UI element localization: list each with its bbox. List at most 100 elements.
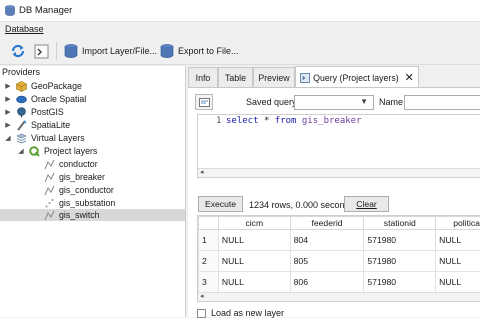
table-row[interactable]: 1 NULL 804 571980 NULL [199,230,480,251]
database-icon [5,5,15,16]
tab-query[interactable]: Query (Project layers) ✕ [295,66,419,88]
execute-button[interactable]: Execute [198,196,243,212]
row-number[interactable]: 3 [199,272,219,293]
providers-header: Providers [2,67,40,77]
results-grid[interactable]: cicm feederid stationid politica 1 NULL … [197,215,480,302]
export-label: Export to File... [178,46,239,56]
line-layer-icon [44,185,55,196]
row-number[interactable]: 2 [199,251,219,272]
tab-table[interactable]: Table [218,67,253,87]
menu-bar: Database [0,22,480,37]
tree-item-project-layers[interactable]: ◢ Project layers [17,145,97,157]
tree-item-postgis[interactable]: ▶ PostGIS [4,106,64,118]
saved-query-label: Saved query [246,97,297,107]
line-layer-icon [44,159,55,170]
grid-horizontal-scrollbar[interactable]: ◂ [198,292,480,301]
point-layer-icon [44,198,55,209]
close-tab-icon[interactable]: ✕ [405,71,414,84]
tree-item-layer-gis-substation[interactable]: gis_substation [44,197,115,209]
tree-item-layer-gis-breaker[interactable]: gis_breaker [44,171,105,183]
geopackage-icon [16,81,27,92]
line-layer-icon [44,210,55,221]
tree-item-oracle-spatial[interactable]: ▶ Oracle Spatial [4,93,86,105]
tree-label: gis_breaker [59,172,105,182]
sql-window-button[interactable] [34,41,49,61]
expand-arrow-icon[interactable]: ▶ [4,95,12,103]
tree-label: Project layers [44,146,97,156]
table-row[interactable]: 2 NULL 805 571980 NULL [199,251,480,272]
table-cell[interactable]: NULL [436,230,480,251]
expand-arrow-icon[interactable]: ▶ [4,108,12,116]
header-row: cicm feederid stationid politica [199,217,480,230]
tree-label: conductor [59,159,98,169]
editor-horizontal-scrollbar[interactable]: ◂ [198,168,480,177]
tree-label: Virtual Layers [31,133,85,143]
spatialite-icon [16,120,27,131]
tab-info[interactable]: Info [188,67,218,87]
import-layer-button[interactable]: Import Layer/File... [63,41,157,61]
query-status: 1234 rows, 0.000 seconds [249,200,354,210]
tab-label: Table [225,73,246,83]
qgis-project-icon [29,146,40,157]
table-cell[interactable]: NULL [436,272,480,293]
sql-editor[interactable]: 1 select * from gis_breaker ◂ [197,114,480,178]
toolbar: Import Layer/File... Export to File... [0,37,480,65]
export-file-button[interactable]: Export to File... [159,41,239,61]
table-row[interactable]: 3 NULL 806 571980 NULL [199,272,480,293]
scroll-left-icon[interactable]: ◂ [200,292,204,300]
column-header[interactable]: politica [436,217,480,230]
column-header[interactable]: cicm [218,217,290,230]
expand-arrow-icon[interactable]: ▶ [4,82,12,90]
collapse-arrow-icon[interactable]: ◢ [17,147,25,155]
refresh-button[interactable] [10,41,26,61]
expand-arrow-icon[interactable]: ▶ [4,121,12,129]
load-as-new-layer-checkbox[interactable] [197,309,206,318]
sql-star: * [264,116,269,126]
virtual-layers-icon [16,133,27,144]
tab-label: Query (Project layers) [313,73,399,83]
export-icon [159,43,175,59]
tree-item-layer-gis-conductor[interactable]: gis_conductor [44,184,114,196]
tree-label: gis_substation [59,198,115,208]
import-label: Import Layer/File... [82,46,157,56]
table-cell[interactable]: NULL [436,251,480,272]
table-cell[interactable]: NULL [218,251,290,272]
column-header[interactable]: feederid [290,217,364,230]
tree-item-layer-conductor[interactable]: conductor [44,158,98,170]
tree-item-spatialite[interactable]: ▶ SpatiaLite [4,119,70,131]
table-cell[interactable]: 571980 [364,230,436,251]
menu-database[interactable]: Database [5,24,44,34]
line-layer-icon [44,172,55,183]
table-cell[interactable]: 571980 [364,251,436,272]
sql-line: select * from gis_breaker [226,116,362,126]
scroll-left-icon[interactable]: ◂ [200,168,204,176]
table-cell[interactable]: 806 [290,272,364,293]
table-cell[interactable]: NULL [218,272,290,293]
tree-label: GeoPackage [31,81,82,91]
table-cell[interactable]: NULL [218,230,290,251]
window-title: DB Manager [19,5,72,16]
corner-header [199,217,219,230]
collapse-arrow-icon[interactable]: ◢ [4,134,12,142]
tree-item-virtual-layers[interactable]: ◢ Virtual Layers [4,132,85,144]
tree-item-geopackage[interactable]: ▶ GeoPackage [4,80,82,92]
name-label: Name [379,97,403,107]
column-header[interactable]: stationid [364,217,436,230]
import-icon [63,43,79,59]
table-cell[interactable]: 571980 [364,272,436,293]
tree-label: Oracle Spatial [31,94,86,104]
row-number[interactable]: 1 [199,230,219,251]
query-name-input[interactable] [404,95,480,110]
table-cell[interactable]: 804 [290,230,364,251]
table-cell[interactable]: 805 [290,251,364,272]
chevron-down-icon: ▼ [360,97,368,106]
clear-button[interactable]: Clear [344,196,389,212]
load-query-button[interactable] [195,94,213,110]
sql-file-icon [199,98,210,107]
oracle-icon [16,94,27,105]
title-bar: DB Manager [0,0,480,22]
tree-label: PostGIS [31,107,64,117]
tree-item-layer-gis-switch[interactable]: gis_switch [0,209,185,221]
saved-query-select[interactable]: ▼ [294,95,374,110]
tab-preview[interactable]: Preview [253,67,295,87]
